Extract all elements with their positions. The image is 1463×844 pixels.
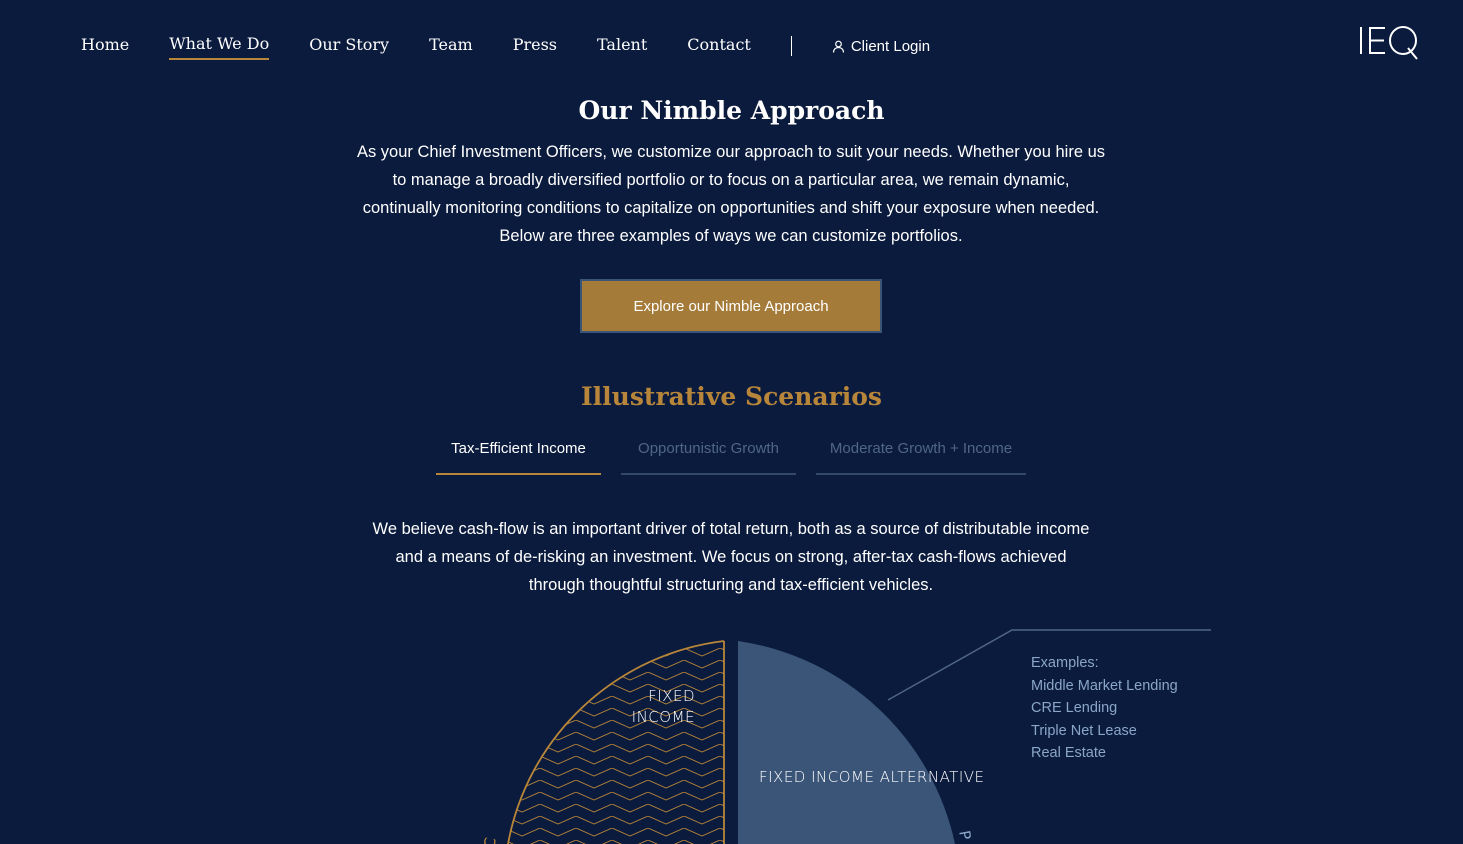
tab-opportunistic-growth[interactable]: Opportunistic Growth [621,430,796,475]
nav-link-press[interactable]: Press [513,33,557,59]
nav-link-team[interactable]: Team [429,33,473,59]
pie-slice-fixed-income-alternative [738,641,955,844]
pie-label-fixed-income-alternative: FIXED INCOME ALTERNATIVE [759,768,985,786]
pie-label-partial-left: C [480,836,500,844]
ieq-logo-mark [1360,26,1418,60]
user-icon [832,40,844,53]
examples-item: Triple Net Lease [1031,722,1137,739]
client-login-label: Client Login [850,37,931,55]
nav-divider [790,36,792,56]
approach-description: As your Chief Investment Officers, we cu… [356,143,1106,245]
nav-links: Home What We Do Our Story Team Press Tal… [81,32,930,60]
pie-slice-fixed-income [507,640,725,844]
tab-moderate-growth-income[interactable]: Moderate Growth + Income [816,430,1026,475]
top-navigation: Home What We Do Our Story Team Press Tal… [0,0,1463,88]
examples-item: Middle Market Lending [1031,677,1178,694]
pie-label-fixed-income: FIXED INCOME [631,687,695,726]
explore-approach-button[interactable]: Explore our Nimble Approach [580,279,882,333]
scenarios-title: Illustrative Scenarios [580,382,882,411]
examples-item: CRE Lending [1031,700,1118,716]
examples-heading: Examples: [1031,655,1099,671]
ieq-logo[interactable] [1357,20,1421,62]
client-login-link[interactable]: Client Login [832,38,930,55]
nav-link-what-we-do[interactable]: What We Do [169,32,270,60]
examples-callout: Examples: Middle Market Lending CRE Lend… [1031,652,1178,765]
nav-link-home[interactable]: Home [81,33,129,59]
nav-link-our-story[interactable]: Our Story [309,33,389,59]
scenario-description: We believe cash-flow is an important dri… [372,520,1090,594]
pie-label-partial-right: P [955,829,974,841]
approach-title: Our Nimble Approach [578,96,885,125]
allocation-pie-chart: C P [480,629,1211,844]
page: Home What We Do Our Story Team Press Tal… [0,0,1463,844]
nav-link-talent[interactable]: Talent [597,33,647,59]
nav-link-contact[interactable]: Contact [687,33,751,59]
examples-item: Real Estate [1031,745,1106,761]
tab-tax-efficient-income[interactable]: Tax-Efficient Income [436,430,601,475]
